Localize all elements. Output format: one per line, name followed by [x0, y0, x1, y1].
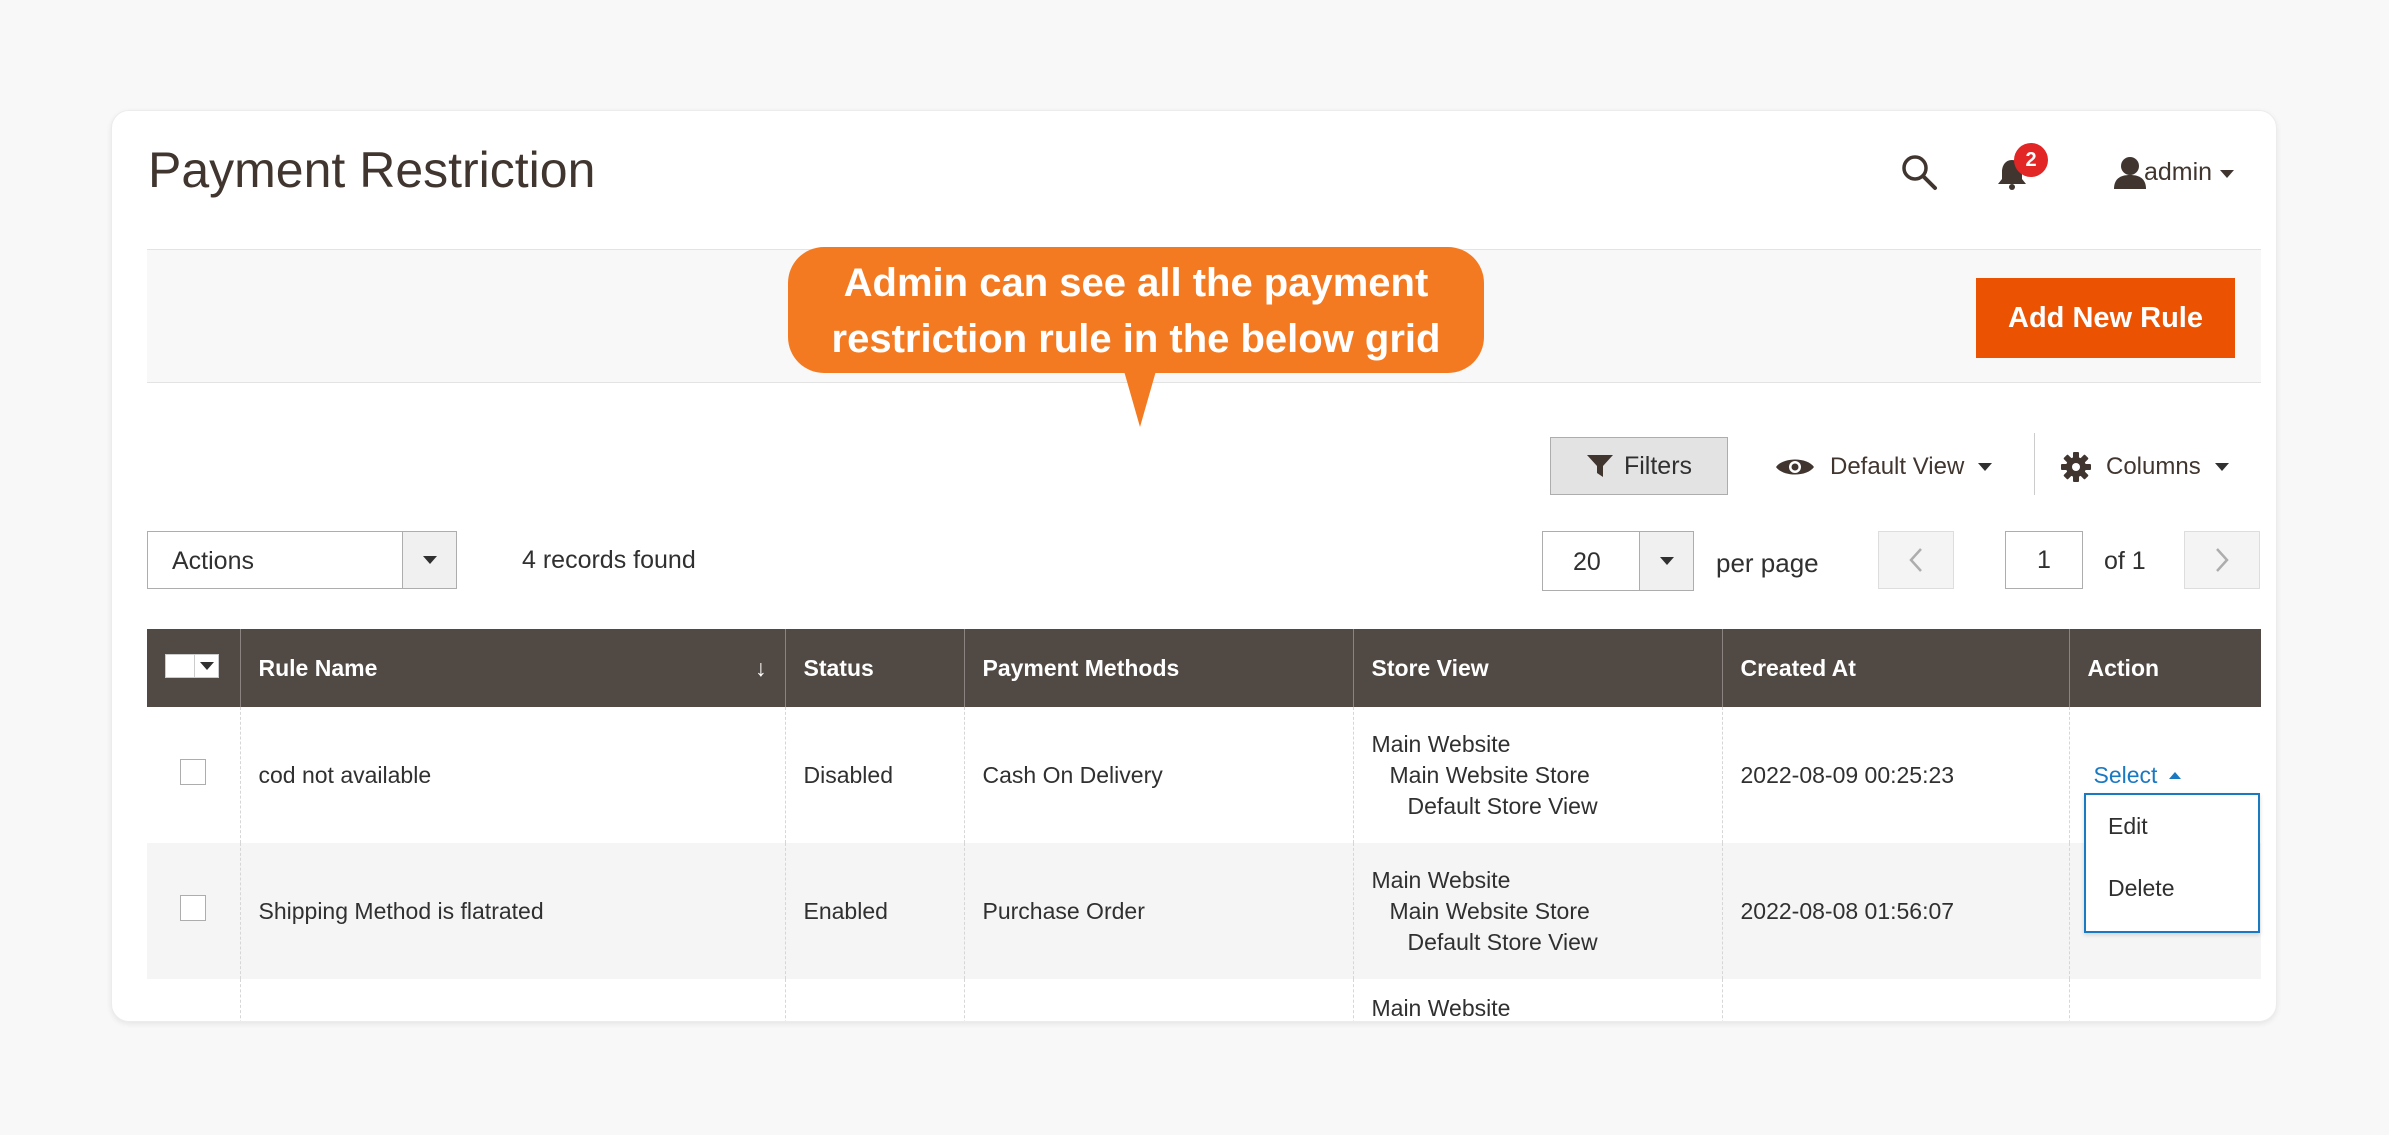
- page-card: Payment Restriction 2 admin Add New Rule…: [111, 110, 2277, 1022]
- filter-icon: [1586, 455, 1613, 477]
- chevron-down-icon: [1978, 463, 1993, 471]
- column-header-payment-methods[interactable]: Payment Methods: [963, 629, 1353, 707]
- row-checkbox[interactable]: [180, 895, 207, 921]
- mass-actions-label: Actions: [172, 547, 254, 575]
- grid-paging-row: Actions 4 records found 20 per page of 1: [112, 531, 2276, 591]
- rules-grid: Rule Name ↓ Status Payment Methods Store…: [147, 629, 2261, 1021]
- previous-page-button[interactable]: [1878, 531, 1954, 589]
- filters-button[interactable]: Filters: [1550, 437, 1728, 495]
- search-icon[interactable]: [1899, 152, 1939, 192]
- records-found: 4 records found: [522, 546, 696, 574]
- row-action-menu: Edit Delete: [2084, 793, 2260, 933]
- view-switcher[interactable]: Default View: [1774, 447, 1993, 487]
- page-number-input[interactable]: [2005, 531, 2083, 589]
- row-select-cell: [147, 843, 240, 979]
- callout-pointer: [1124, 371, 1156, 427]
- admin-user-menu[interactable]: admin: [2144, 158, 2212, 187]
- callout-line-2: restriction rule in the below grid: [831, 317, 1441, 361]
- annotation-callout: Admin can see all the payment restrictio…: [788, 247, 1484, 373]
- select-all-header[interactable]: [147, 629, 240, 707]
- toolbar-divider: [2034, 433, 2035, 495]
- per-page-select[interactable]: 20: [1542, 531, 1694, 591]
- rule-name-cell: [239, 979, 785, 1021]
- column-header-rule-name[interactable]: Rule Name ↓: [239, 629, 785, 707]
- gear-icon: [2061, 452, 2091, 482]
- status-cell: Enabled: [784, 843, 964, 979]
- mass-select-checkbox[interactable]: [165, 653, 219, 678]
- chevron-right-icon: [2216, 548, 2229, 572]
- chevron-up-icon: [2169, 771, 2182, 779]
- action-menu-edit[interactable]: Edit: [2108, 813, 2148, 840]
- store-view-cell: Main Website: [1352, 979, 1722, 1021]
- row-select-cell: [147, 707, 240, 843]
- next-page-button[interactable]: [2184, 531, 2260, 589]
- chevron-left-icon: [1909, 548, 1922, 572]
- store-view-cell: Main Website Main Website Store Default …: [1352, 707, 1722, 843]
- chevron-down-icon[interactable]: [402, 532, 456, 588]
- eye-icon: [1776, 459, 1814, 475]
- column-header-created-at[interactable]: Created At: [1721, 629, 2069, 707]
- status-cell: Disabled: [784, 707, 964, 843]
- total-pages: of 1: [2104, 547, 2146, 575]
- column-header-store-view[interactable]: Store View: [1352, 629, 1722, 707]
- chevron-down-icon[interactable]: [1639, 532, 1693, 590]
- created-at-cell: 2022-08-09 00:25:23: [1721, 707, 2069, 843]
- row-select-cell: [147, 979, 240, 1021]
- grid-header-row: Rule Name ↓ Status Payment Methods Store…: [147, 629, 2261, 707]
- status-cell: [784, 979, 964, 1021]
- view-label: Default View: [1830, 453, 1965, 480]
- row-action-select[interactable]: Select: [2094, 762, 2182, 789]
- columns-control[interactable]: Columns: [2060, 447, 2229, 487]
- action-cell: [2068, 979, 2261, 1021]
- notification-badge[interactable]: 2: [2014, 143, 2048, 177]
- mass-actions-select[interactable]: Actions: [147, 531, 457, 589]
- add-new-rule-button[interactable]: Add New Rule: [1976, 278, 2235, 358]
- per-page-value: 20: [1573, 548, 1601, 576]
- column-header-status[interactable]: Status: [784, 629, 964, 707]
- chevron-down-icon[interactable]: [2220, 170, 2234, 178]
- created-at-cell: [1721, 979, 2069, 1021]
- grid-toolbar: Filters Default View Columns: [112, 433, 2276, 497]
- table-row: Shipping Method is flatrated Enabled Pur…: [147, 843, 2261, 979]
- per-page-label: per page: [1716, 548, 1819, 578]
- created-at-cell: 2022-08-08 01:56:07: [1721, 843, 2069, 979]
- filters-label: Filters: [1623, 451, 1693, 480]
- payment-methods-cell: [963, 979, 1353, 1021]
- table-row: cod not available Disabled Cash On Deliv…: [147, 707, 2261, 843]
- table-row: Main Website: [147, 979, 2261, 1021]
- header-actions: 2 admin: [112, 141, 2276, 201]
- rule-name-cell: cod not available: [239, 707, 785, 843]
- action-menu-delete[interactable]: Delete: [2108, 875, 2174, 902]
- payment-methods-cell: Purchase Order: [963, 843, 1353, 979]
- callout-line-1: Admin can see all the payment: [843, 261, 1429, 305]
- column-header-action: Action: [2068, 629, 2261, 707]
- row-checkbox[interactable]: [180, 759, 207, 785]
- columns-label: Columns: [2106, 453, 2201, 480]
- store-view-cell: Main Website Main Website Store Default …: [1352, 843, 1722, 979]
- user-icon[interactable]: [2112, 155, 2148, 191]
- rule-name-cell: Shipping Method is flatrated: [239, 843, 785, 979]
- chevron-down-icon: [2214, 463, 2229, 471]
- payment-methods-cell: Cash On Delivery: [963, 707, 1353, 843]
- sort-arrow-icon: ↓: [755, 654, 767, 681]
